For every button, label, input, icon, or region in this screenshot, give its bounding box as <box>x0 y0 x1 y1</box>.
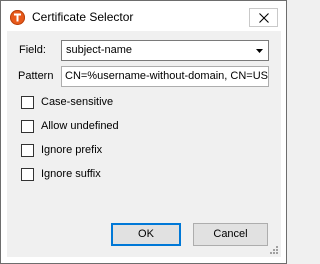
dialog-body: Field: subject-name Pattern CN=%username… <box>7 31 281 257</box>
allow-undefined-label: Allow undefined <box>41 120 119 132</box>
field-select[interactable]: subject-name <box>61 40 269 61</box>
resize-grip-icon[interactable] <box>269 245 279 255</box>
title-bar[interactable]: Certificate Selector <box>1 1 286 31</box>
ignore-prefix-checkbox[interactable] <box>21 144 34 157</box>
ok-button[interactable]: OK <box>111 223 181 246</box>
case-sensitive-label: Case-sensitive <box>41 96 114 108</box>
allow-undefined-checkbox[interactable] <box>21 120 34 133</box>
field-label: Field: <box>19 44 46 56</box>
certificate-selector-dialog: Certificate Selector Field: subject-name… <box>0 0 287 264</box>
dialog-title: Certificate Selector <box>32 10 134 24</box>
pattern-input-value: CN=%username-without-domain, CN=USE <box>65 70 269 82</box>
chevron-down-icon <box>256 49 263 53</box>
field-select-value: subject-name <box>66 44 133 56</box>
case-sensitive-checkbox[interactable] <box>21 96 34 109</box>
ignore-suffix-checkbox[interactable] <box>21 168 34 181</box>
app-logo-icon <box>10 10 25 25</box>
ignore-prefix-label: Ignore prefix <box>41 144 103 156</box>
ignore-suffix-label: Ignore suffix <box>41 168 101 180</box>
cancel-button[interactable]: Cancel <box>193 223 268 246</box>
pattern-input[interactable]: CN=%username-without-domain, CN=USE <box>61 66 269 87</box>
close-button[interactable] <box>249 8 278 27</box>
close-icon <box>259 13 269 23</box>
pattern-label: Pattern <box>18 70 54 82</box>
